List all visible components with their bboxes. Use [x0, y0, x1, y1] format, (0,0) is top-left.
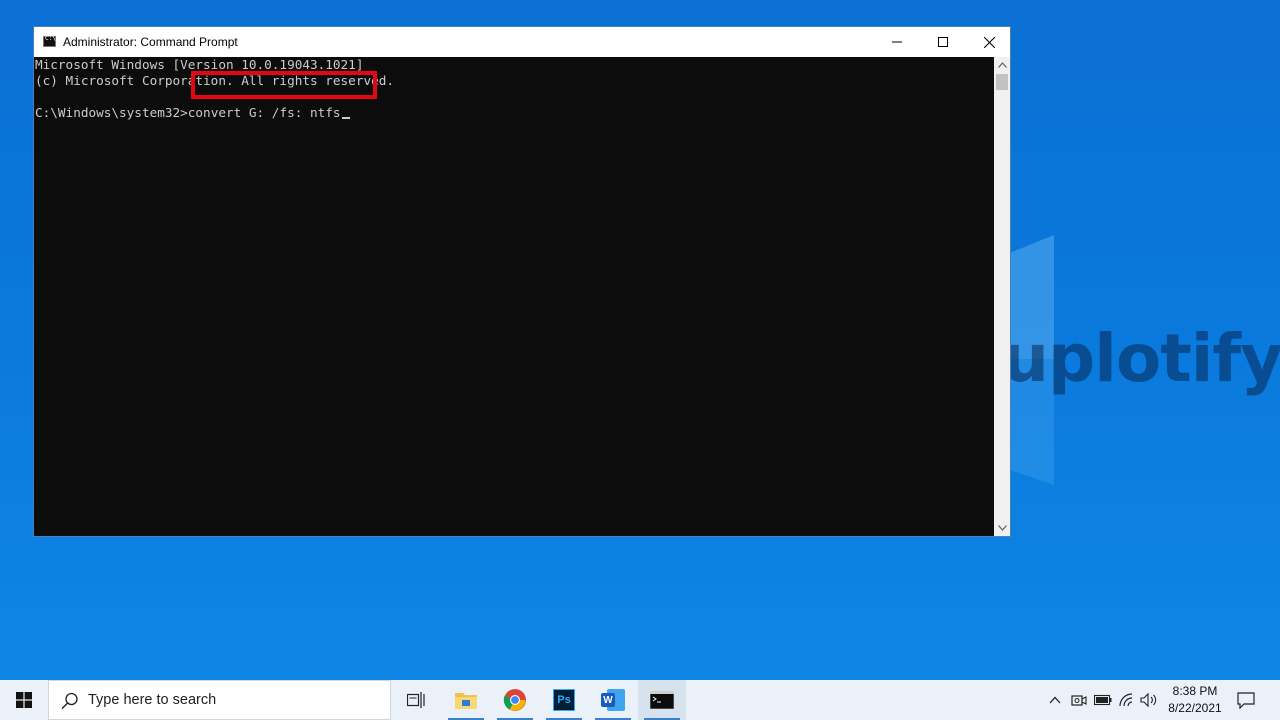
- minimize-icon: [892, 41, 902, 43]
- typed-command[interactable]: convert G: /fs: ntfs: [188, 105, 341, 120]
- chrome-icon: [503, 689, 526, 711]
- command-highlight-box: [191, 71, 377, 99]
- vertical-scrollbar[interactable]: [994, 57, 1010, 536]
- taskbar: Type here to search Ps W 8:38 PM 8/22/20…: [0, 680, 1280, 720]
- meet-now-icon: [1071, 695, 1087, 706]
- maximize-icon: [938, 37, 948, 47]
- action-center-button[interactable]: [1234, 688, 1258, 712]
- desktop: uplotify Administrator: Command Prompt: [0, 0, 1280, 680]
- task-view-button[interactable]: [392, 680, 440, 720]
- scroll-down-button[interactable]: [994, 520, 1010, 536]
- network-button[interactable]: [1118, 691, 1136, 709]
- prompt-line[interactable]: C:\Windows\system32>convert G: /fs: ntfs: [35, 105, 350, 121]
- title-bar[interactable]: Administrator: Command Prompt: [34, 27, 1010, 57]
- file-explorer-button[interactable]: [442, 680, 490, 720]
- start-button[interactable]: [0, 680, 48, 720]
- search-icon: [61, 692, 78, 710]
- search-box[interactable]: Type here to search: [48, 680, 391, 720]
- search-placeholder: Type here to search: [88, 692, 217, 708]
- battery-icon: [1094, 694, 1112, 706]
- close-icon: [983, 36, 995, 48]
- command-prompt-window[interactable]: Administrator: Command Prompt Microsoft …: [33, 26, 1011, 537]
- windows-logo-background: [1010, 235, 1054, 485]
- clock[interactable]: 8:38 PM 8/22/2021: [1160, 683, 1230, 717]
- windows-start-icon: [16, 692, 32, 708]
- close-button[interactable]: [966, 27, 1012, 57]
- file-explorer-icon: [455, 693, 477, 709]
- battery-button[interactable]: [1094, 691, 1112, 709]
- photoshop-button[interactable]: Ps: [540, 680, 588, 720]
- task-view-icon: [407, 692, 425, 708]
- volume-button[interactable]: [1140, 691, 1158, 709]
- minimize-button[interactable]: [874, 27, 920, 57]
- word-button[interactable]: W: [589, 680, 637, 720]
- cmd-icon: [43, 35, 56, 47]
- command-prompt-taskbar-button[interactable]: [638, 680, 686, 720]
- chrome-button[interactable]: [491, 680, 539, 720]
- chevron-up-icon: [1049, 696, 1061, 704]
- chevron-up-icon: [997, 62, 1007, 68]
- maximize-button[interactable]: [920, 27, 966, 57]
- scroll-thumb[interactable]: [996, 74, 1008, 90]
- clock-date: 8/22/2021: [1168, 701, 1222, 715]
- clock-time: 8:38 PM: [1172, 684, 1218, 698]
- console-output[interactable]: Microsoft Windows [Version 10.0.19043.10…: [34, 57, 994, 536]
- wifi-icon: [1119, 693, 1133, 707]
- chevron-down-icon: [997, 525, 1007, 531]
- scroll-up-button[interactable]: [994, 57, 1010, 73]
- meet-now-button[interactable]: [1070, 691, 1088, 709]
- notification-icon: [1237, 691, 1255, 709]
- word-icon: W: [601, 689, 625, 711]
- command-prompt-icon: [650, 691, 674, 709]
- volume-icon: [1140, 692, 1157, 708]
- window-title: Administrator: Command Prompt: [63, 35, 238, 49]
- text-cursor: [341, 117, 350, 119]
- photoshop-icon: Ps: [553, 689, 575, 711]
- show-hidden-icons-button[interactable]: [1046, 691, 1064, 709]
- prompt-path: C:\Windows\system32>: [35, 105, 188, 120]
